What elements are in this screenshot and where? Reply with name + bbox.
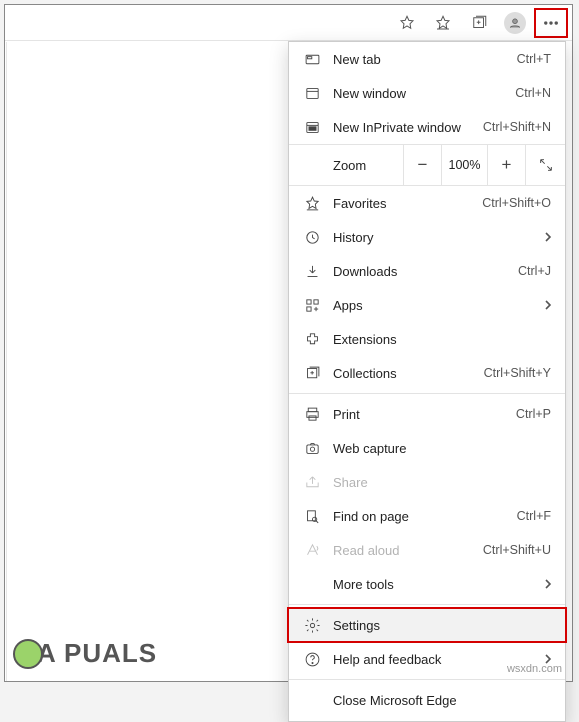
menu-label: New tab [333, 52, 517, 67]
apps-icon [301, 297, 323, 314]
menu-label: Read aloud [333, 543, 483, 558]
menu-shortcut: Ctrl+Shift+N [483, 120, 551, 134]
menu-label: Share [333, 475, 551, 490]
menu-label: Settings [333, 618, 551, 633]
menu-label: Print [333, 407, 516, 422]
menu-zoom-row: Zoom − 100% + [289, 144, 565, 186]
overflow-menu: New tab Ctrl+T New window Ctrl+N New InP… [288, 41, 566, 722]
inprivate-icon [301, 119, 323, 136]
menu-shortcut: Ctrl+N [515, 86, 551, 100]
menu-settings[interactable]: Settings [289, 608, 565, 642]
menu-separator [289, 604, 565, 605]
menu-collections[interactable]: Collections Ctrl+Shift+Y [289, 356, 565, 390]
menu-web-capture[interactable]: Web capture [289, 431, 565, 465]
menu-label: Downloads [333, 264, 518, 279]
browser-window: New tab Ctrl+T New window Ctrl+N New InP… [4, 4, 573, 682]
share-icon [301, 474, 323, 491]
zoom-value: 100% [441, 145, 487, 185]
menu-share: Share [289, 465, 565, 499]
appuals-logo-icon [13, 639, 43, 669]
menu-shortcut: Ctrl+T [517, 52, 551, 66]
menu-label: Extensions [333, 332, 551, 347]
menu-label: Find on page [333, 509, 517, 524]
new-tab-icon [301, 51, 323, 68]
history-icon [301, 229, 323, 246]
settings-icon [301, 617, 323, 634]
zoom-in-button[interactable]: + [487, 145, 525, 185]
menu-read-aloud: Read aloud Ctrl+Shift+U [289, 533, 565, 567]
menu-label: History [333, 230, 551, 245]
menu-label: More tools [333, 577, 551, 592]
menu-separator [289, 679, 565, 680]
menu-find[interactable]: Find on page Ctrl+F [289, 499, 565, 533]
chevron-right-icon [543, 230, 553, 245]
menu-new-tab[interactable]: New tab Ctrl+T [289, 42, 565, 76]
web-capture-icon [301, 440, 323, 457]
add-favorite-icon[interactable] [390, 8, 424, 38]
collections-menu-icon [301, 365, 323, 382]
menu-history[interactable]: History [289, 220, 565, 254]
menu-shortcut: Ctrl+J [518, 264, 551, 278]
help-icon [301, 651, 323, 668]
more-menu-button[interactable] [534, 8, 568, 38]
zoom-label: Zoom [289, 158, 403, 173]
menu-label: Apps [333, 298, 551, 313]
watermark-text: A PUALS [37, 638, 157, 669]
fullscreen-button[interactable] [525, 145, 565, 185]
menu-shortcut: Ctrl+Shift+O [482, 196, 551, 210]
menu-shortcut: Ctrl+P [516, 407, 551, 421]
menu-label: Web capture [333, 441, 551, 456]
menu-downloads[interactable]: Downloads Ctrl+J [289, 254, 565, 288]
menu-label: New window [333, 86, 515, 101]
zoom-out-button[interactable]: − [403, 145, 441, 185]
menu-label: Close Microsoft Edge [333, 693, 551, 708]
menu-shortcut: Ctrl+Shift+U [483, 543, 551, 557]
extensions-icon [301, 331, 323, 348]
collections-icon[interactable] [462, 8, 496, 38]
menu-extensions[interactable]: Extensions [289, 322, 565, 356]
menu-new-inprivate[interactable]: New InPrivate window Ctrl+Shift+N [289, 110, 565, 144]
menu-label: Collections [333, 366, 484, 381]
chevron-right-icon [543, 298, 553, 313]
menu-separator [289, 393, 565, 394]
chevron-right-icon [543, 577, 553, 592]
menu-close-edge[interactable]: Close Microsoft Edge [289, 683, 565, 717]
toolbar [5, 5, 572, 41]
favorites-list-icon[interactable] [426, 8, 460, 38]
menu-new-window[interactable]: New window Ctrl+N [289, 76, 565, 110]
menu-apps[interactable]: Apps [289, 288, 565, 322]
menu-shortcut: Ctrl+F [517, 509, 551, 523]
appuals-watermark: A PUALS [13, 638, 157, 669]
new-window-icon [301, 85, 323, 102]
downloads-icon [301, 263, 323, 280]
profile-avatar[interactable] [498, 8, 532, 38]
favorites-icon [301, 195, 323, 212]
read-aloud-icon [301, 542, 323, 559]
menu-favorites[interactable]: Favorites Ctrl+Shift+O [289, 186, 565, 220]
menu-label: Favorites [333, 196, 482, 211]
find-icon [301, 508, 323, 525]
print-icon [301, 406, 323, 423]
menu-shortcut: Ctrl+Shift+Y [484, 366, 551, 380]
menu-label: New InPrivate window [333, 120, 483, 135]
menu-print[interactable]: Print Ctrl+P [289, 397, 565, 431]
domain-watermark: wsxdn.com [507, 663, 562, 675]
menu-more-tools[interactable]: More tools [289, 567, 565, 601]
